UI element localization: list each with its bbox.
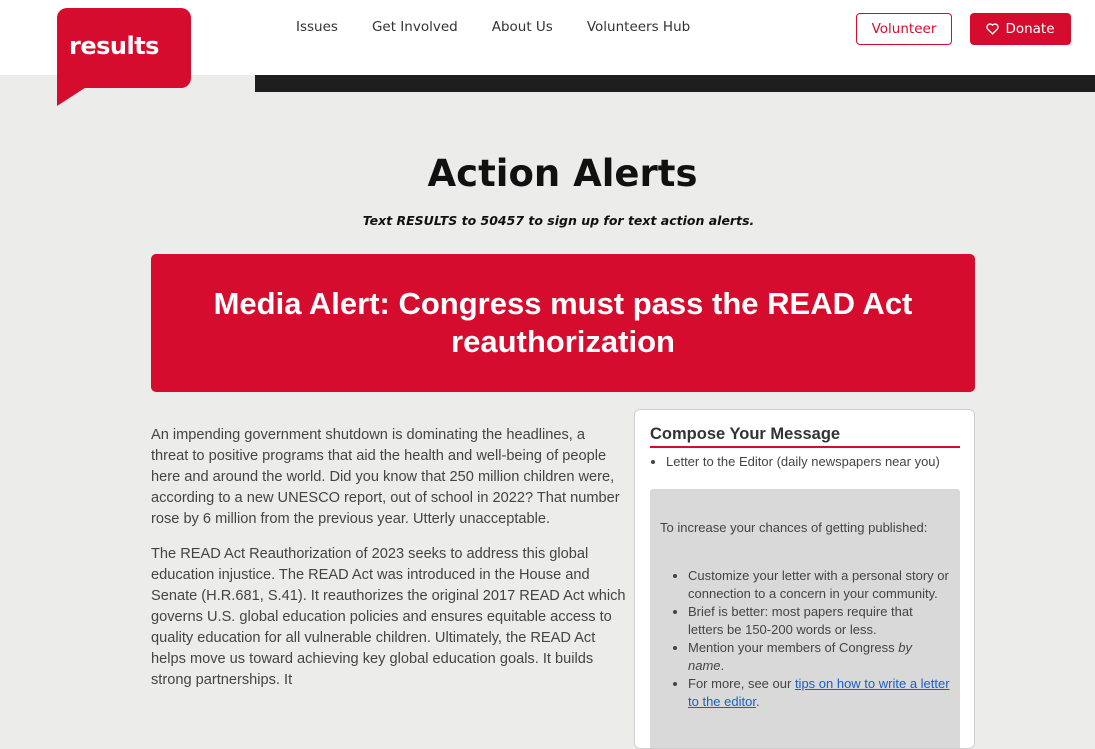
tip-item: Mention your members of Congress by name… xyxy=(688,639,950,675)
tips-intro: To increase your chances of getting publ… xyxy=(660,520,928,535)
logo-text: results xyxy=(69,32,159,60)
message-type-letter-to-editor[interactable]: Letter to the Editor (daily newspapers n… xyxy=(666,455,965,469)
nav-about-us[interactable]: About Us xyxy=(492,19,553,35)
tips-list: Customize your letter with a personal st… xyxy=(660,567,950,711)
donate-button-label: Donate xyxy=(1005,21,1055,37)
article-paragraph: An impending government shutdown is domi… xyxy=(151,427,620,527)
article-body: An impending government shutdown is domi… xyxy=(151,425,626,705)
compose-panel: Compose Your Message Letter to the Edito… xyxy=(634,409,975,749)
volunteer-button[interactable]: Volunteer xyxy=(856,13,952,45)
main-nav: Issues Get Involved About Us Volunteers … xyxy=(296,19,690,35)
nav-volunteers-hub[interactable]: Volunteers Hub xyxy=(587,19,690,35)
tip-item: Brief is better: most papers require tha… xyxy=(688,603,950,639)
message-type-list: Letter to the Editor (daily newspapers n… xyxy=(650,455,965,469)
alert-banner: Media Alert: Congress must pass the READ… xyxy=(151,254,975,392)
tips-box: To increase your chances of getting publ… xyxy=(650,489,960,748)
tip-item: For more, see our tips on how to write a… xyxy=(688,675,950,711)
page-subtitle: Text RESULTS to 50457 to sign up for tex… xyxy=(362,213,755,228)
nav-issues[interactable]: Issues xyxy=(296,19,338,35)
compose-title: Compose Your Message xyxy=(650,425,960,448)
nav-get-involved[interactable]: Get Involved xyxy=(372,19,458,35)
volunteer-button-label: Volunteer xyxy=(871,21,937,37)
page-title: Action Alerts xyxy=(427,152,698,195)
donate-button[interactable]: Donate xyxy=(970,13,1071,45)
tip-text: Mention your members of Congress xyxy=(688,640,899,655)
alert-title: Media Alert: Congress must pass the READ… xyxy=(213,286,913,359)
tip-item: Customize your letter with a personal st… xyxy=(688,567,950,603)
tip-text: . xyxy=(755,694,760,709)
results-logo[interactable]: results xyxy=(57,8,191,106)
tip-text: For more, see our xyxy=(688,676,795,691)
heart-icon xyxy=(986,23,1000,35)
article-paragraph: The READ Act Reauthorization of 2023 see… xyxy=(151,546,626,688)
tip-text: . xyxy=(720,658,725,673)
